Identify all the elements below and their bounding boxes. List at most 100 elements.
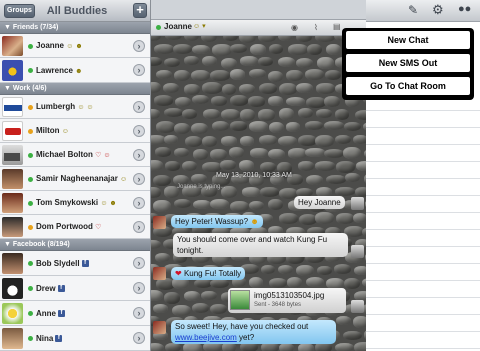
- cobblestone: [298, 108, 313, 119]
- file-transfer-bubble[interactable]: img0513103504.jpg Sent - 3648 bytes: [228, 288, 346, 313]
- detail-disclosure-button[interactable]: ›: [133, 64, 145, 76]
- buddy-row[interactable]: Anne f ›: [0, 301, 150, 326]
- cobblestone: [353, 265, 366, 276]
- detail-disclosure-button[interactable]: ›: [133, 221, 145, 233]
- cobblestone: [298, 342, 315, 351]
- buddy-name: Anne: [36, 309, 56, 318]
- cobblestone: [297, 135, 317, 147]
- section-header-work[interactable]: ▼ Work (4/6): [0, 83, 150, 95]
- cobblestone: [202, 161, 222, 173]
- cobblestone: [343, 330, 362, 340]
- cobblestone: [296, 264, 314, 276]
- status-dot: [28, 261, 33, 266]
- cobblestone: [325, 44, 341, 56]
- status-dot: [28, 225, 33, 230]
- buddy-list-title: All Buddies: [46, 5, 108, 17]
- detail-disclosure-button[interactable]: ›: [133, 282, 145, 294]
- buddy-row[interactable]: Lawrence ☻ ›: [0, 58, 150, 83]
- buddy-row[interactable]: Milton ☺ ›: [0, 119, 150, 143]
- initech-logo-avatar: [2, 97, 23, 117]
- cobblestone: [190, 69, 211, 81]
- cobblestone: [247, 96, 265, 107]
- cobblestone: [336, 212, 354, 224]
- cobblestone: [344, 277, 361, 289]
- trash-icon[interactable]: ▤: [333, 22, 341, 31]
- cobblestone: [249, 200, 265, 211]
- detail-disclosure-button[interactable]: ›: [133, 40, 145, 52]
- cobblestone: [352, 316, 366, 328]
- cobblestone: [325, 277, 344, 289]
- cobblestone: [210, 303, 228, 315]
- image-thumbnail[interactable]: [230, 290, 250, 310]
- sent-message: You should come over and watch Kung Fu t…: [173, 233, 348, 257]
- cobblestone: [343, 121, 362, 132]
- compose-icon[interactable]: ✎: [408, 3, 418, 17]
- detail-disclosure-button[interactable]: ›: [133, 125, 145, 137]
- status-emote-icons: ♡: [95, 224, 102, 231]
- cobblestone: [220, 109, 241, 121]
- cobblestone: [333, 264, 352, 274]
- buddy-row[interactable]: Bob Slydell f ›: [0, 251, 150, 276]
- cobblestone: [200, 290, 217, 300]
- cobblestone: [212, 44, 233, 57]
- section-label: Work (4/6): [12, 85, 47, 92]
- toolbar: ✎ ⚙ ●●: [366, 0, 480, 22]
- detail-disclosure-button[interactable]: ›: [133, 173, 145, 185]
- chat-pane[interactable]: Joanne ☺ ▾ ◉ ⌇ ▤ May 13, 2010, 10:33 AM …: [151, 0, 366, 351]
- cobblestone: [151, 239, 162, 249]
- cobblestone: [163, 83, 180, 94]
- cobblestone: [268, 96, 283, 107]
- menu-item-new-chat[interactable]: New Chat: [346, 31, 470, 49]
- menu-item-go-to-chat-room[interactable]: Go To Chat Room: [346, 77, 470, 95]
- add-buddy-button[interactable]: +: [133, 3, 147, 18]
- microphone-icon[interactable]: ⌇: [314, 23, 318, 32]
- detail-disclosure-button[interactable]: ›: [133, 332, 145, 344]
- cobblestone: [220, 160, 236, 170]
- buddy-name: Nina: [36, 334, 54, 343]
- cobblestone: [248, 277, 264, 288]
- avatar: [2, 36, 23, 56]
- section-header-friends[interactable]: ▼ Friends (7/34): [0, 22, 150, 34]
- buddy-row[interactable]: Drew f ›: [0, 276, 150, 301]
- buddy-row[interactable]: Dom Portwood ♡ ›: [0, 215, 150, 239]
- buddy-row[interactable]: Tom Smykowski ☺ ☻ ›: [0, 191, 150, 215]
- buddy-row[interactable]: Nina f ›: [0, 326, 150, 351]
- cobblestone: [183, 56, 199, 66]
- buddy-row[interactable]: Joanne ☺ ☻ ›: [0, 34, 150, 58]
- cobblestone: [228, 147, 245, 158]
- list-divider: [366, 212, 480, 213]
- groups-button[interactable]: Groups: [4, 4, 35, 18]
- buddy-name: Milton: [36, 126, 60, 135]
- cobblestone: [151, 342, 165, 351]
- avatar: [2, 217, 23, 237]
- buddy-avatar: [153, 321, 166, 334]
- buddy-row[interactable]: Lumbergh ☺ ☺ ›: [0, 95, 150, 119]
- detail-disclosure-button[interactable]: ›: [133, 101, 145, 113]
- cobblestone: [210, 148, 228, 160]
- cobblestone: [334, 343, 354, 351]
- cobblestone: [354, 187, 366, 198]
- camera-icon[interactable]: ◉: [291, 23, 298, 32]
- cobblestone: [278, 82, 297, 95]
- list-divider: [366, 297, 480, 298]
- buddies-icon[interactable]: ●●: [458, 3, 471, 15]
- chevron-down-icon[interactable]: ☺ ▾: [193, 22, 206, 30]
- list-divider: [366, 314, 480, 315]
- detail-disclosure-button[interactable]: ›: [133, 257, 145, 269]
- detail-disclosure-button[interactable]: ›: [133, 149, 145, 161]
- menu-item-new-sms-out[interactable]: New SMS Out: [346, 54, 470, 72]
- detail-disclosure-button[interactable]: ›: [133, 197, 145, 209]
- cobblestone: [174, 96, 191, 107]
- buddy-row[interactable]: Michael Bolton ♡ ☺ ›: [0, 143, 150, 167]
- cobblestone: [173, 199, 192, 209]
- section-header-facebook[interactable]: ▼ Facebook (8/194): [0, 239, 150, 251]
- cobblestone: [278, 108, 295, 120]
- cobblestone: [306, 174, 324, 186]
- status-emote-icons: ☺: [61, 128, 69, 135]
- detail-disclosure-button[interactable]: ›: [133, 307, 145, 319]
- buddy-avatar: [153, 216, 166, 229]
- buddy-row[interactable]: Samir Nagheenanajar ☺ ›: [0, 167, 150, 191]
- gear-icon[interactable]: ⚙: [432, 2, 444, 18]
- cobblestone: [345, 173, 360, 183]
- beejive-link[interactable]: www.beejive.com: [175, 333, 237, 342]
